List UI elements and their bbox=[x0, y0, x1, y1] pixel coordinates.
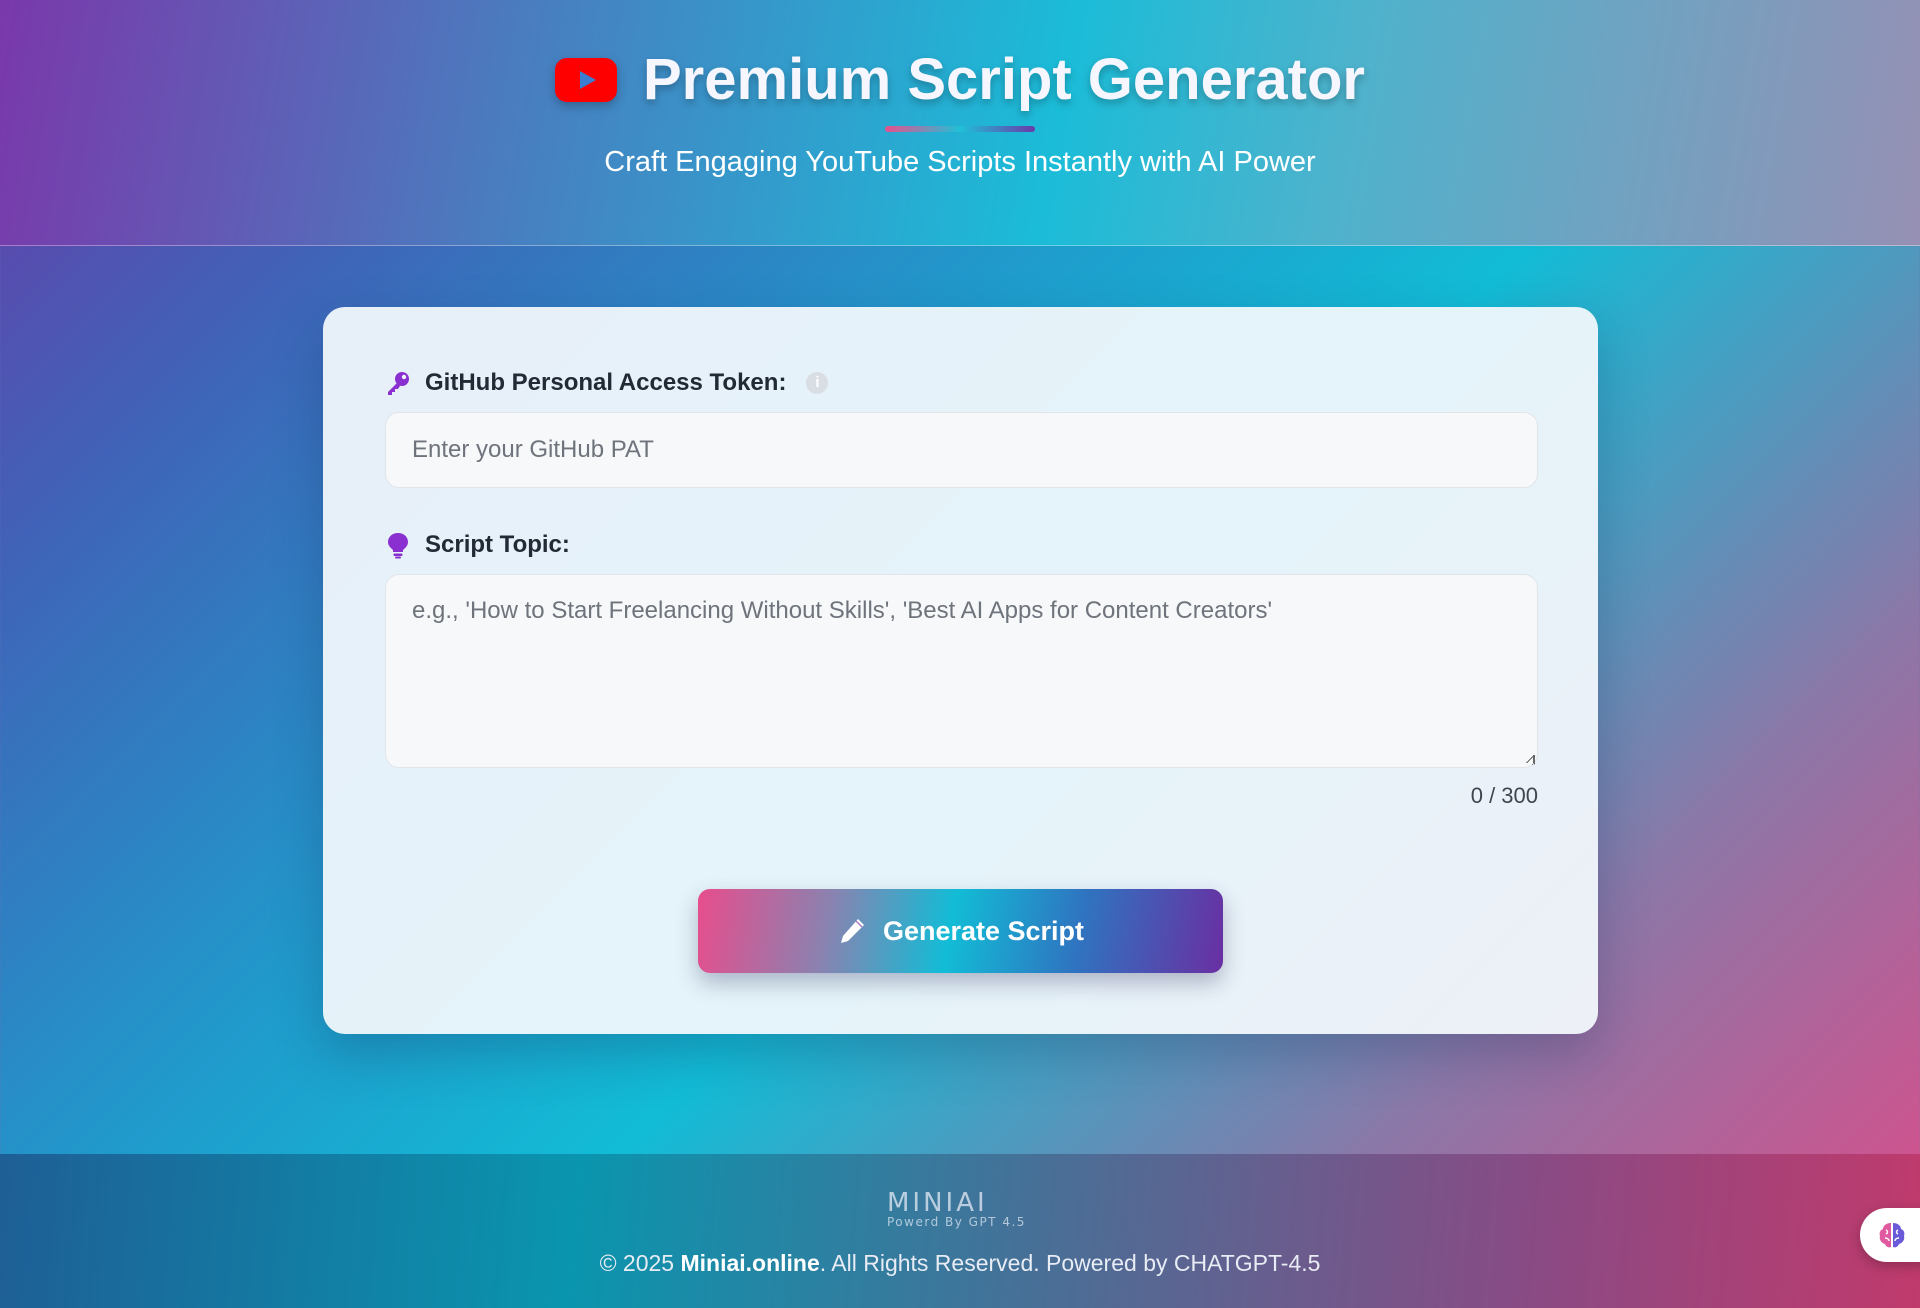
token-label-row: GitHub Personal Access Token: i bbox=[385, 369, 829, 397]
topic-label-row: Script Topic: bbox=[385, 531, 570, 559]
title-row: Premium Script Generator bbox=[0, 46, 1920, 113]
brand-link[interactable]: Miniai.online bbox=[680, 1250, 819, 1276]
copyright-suffix: . All Rights Reserved. Powered by CHATGP… bbox=[819, 1250, 1321, 1276]
generate-button-label: Generate Script bbox=[882, 915, 1085, 946]
textarea-resize-handle[interactable] bbox=[1525, 755, 1535, 765]
title-underline bbox=[885, 126, 1035, 132]
pencil-icon bbox=[840, 919, 864, 943]
character-counter: 0 / 300 bbox=[1470, 783, 1538, 808]
github-pat-input[interactable] bbox=[385, 412, 1538, 488]
youtube-icon bbox=[555, 57, 617, 102]
page-footer bbox=[0, 1154, 1920, 1308]
key-icon bbox=[388, 372, 409, 395]
token-label: GitHub Personal Access Token: bbox=[425, 369, 787, 396]
logo-wordmark: MINIAI bbox=[887, 1188, 988, 1218]
info-icon[interactable]: i bbox=[806, 372, 829, 394]
generator-card: GitHub Personal Access Token: i Script T… bbox=[323, 307, 1598, 1034]
logo-tagline: Powerd By GPT 4.5 bbox=[887, 1215, 1026, 1229]
page-subtitle: Craft Engaging YouTube Scripts Instantly… bbox=[604, 146, 1316, 178]
miniai-logo: MINIAI Powerd By GPT 4.5 bbox=[887, 1190, 1032, 1228]
copyright-text: © 2025 Miniai.online. All Rights Reserve… bbox=[0, 1250, 1920, 1277]
generate-script-button[interactable]: Generate Script bbox=[698, 889, 1223, 973]
script-topic-textarea[interactable] bbox=[385, 574, 1538, 768]
topic-label: Script Topic: bbox=[425, 531, 570, 558]
copyright-prefix: © 2025 bbox=[599, 1250, 681, 1276]
brain-icon bbox=[1879, 1223, 1905, 1248]
page-title: Premium Script Generator bbox=[643, 47, 1365, 112]
ai-assistant-button[interactable] bbox=[1860, 1208, 1920, 1262]
lightbulb-icon bbox=[388, 533, 408, 559]
page-header: Premium Script Generator Craft Engaging … bbox=[0, 0, 1920, 246]
